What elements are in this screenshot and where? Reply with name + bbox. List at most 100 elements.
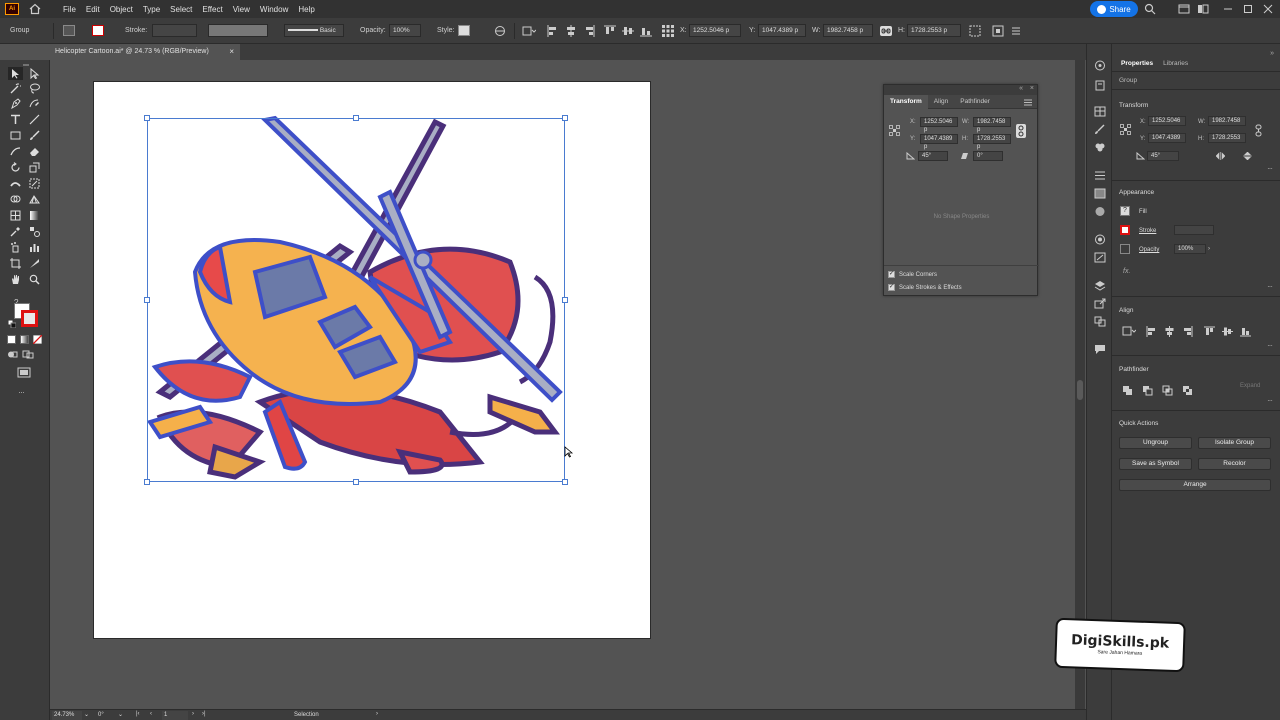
last-artboard-icon[interactable]: ›| xyxy=(202,711,206,717)
zoom-field[interactable]: 24.73% xyxy=(52,711,82,720)
comments-icon[interactable] xyxy=(1094,344,1106,355)
y-field[interactable]: 1047.4389 p xyxy=(920,134,958,150)
more-options-icon[interactable]: ··· xyxy=(1267,164,1273,173)
rectangle-tool-icon[interactable] xyxy=(10,130,21,141)
draw-behind-icon[interactable] xyxy=(22,350,34,359)
selection-bounding-box[interactable] xyxy=(147,118,565,482)
gradient-tool-icon[interactable] xyxy=(29,210,40,221)
libraries-icon[interactable] xyxy=(1094,80,1106,91)
scale-corners-checkbox[interactable]: ✓ xyxy=(888,271,895,278)
rotation-field[interactable]: 0° xyxy=(98,711,114,720)
x-field[interactable]: 1252.5046 xyxy=(1148,116,1186,126)
eraser-tool-icon[interactable] xyxy=(29,146,40,157)
flip-vertical-icon[interactable] xyxy=(1243,152,1252,160)
panel-menu-icon[interactable] xyxy=(1024,99,1032,106)
align-right-icon[interactable] xyxy=(583,25,595,37)
first-artboard-icon[interactable]: |‹ xyxy=(136,711,140,717)
type-tool-icon[interactable] xyxy=(10,114,21,125)
transparency-icon[interactable] xyxy=(1094,206,1106,217)
layers-icon[interactable] xyxy=(1094,280,1106,291)
shape-builder-tool-icon[interactable] xyxy=(10,194,21,205)
shear-field[interactable]: 0° xyxy=(973,151,1003,161)
isolate-group-button[interactable]: Isolate Group xyxy=(1198,437,1271,449)
fill-swatch[interactable] xyxy=(63,25,75,36)
screen-mode-icon[interactable] xyxy=(17,367,31,378)
rotate-tool-icon[interactable] xyxy=(10,162,21,173)
tab-libraries[interactable]: Libraries xyxy=(1158,60,1193,71)
x-field[interactable]: 1252.5046 p xyxy=(689,24,741,37)
fill-swatch[interactable]: ? xyxy=(1120,206,1130,216)
panel-menu-icon[interactable] xyxy=(1010,25,1022,37)
free-transform-tool-icon[interactable] xyxy=(29,178,40,189)
stroke-color-swatch[interactable] xyxy=(21,310,38,327)
slice-tool-icon[interactable] xyxy=(29,258,40,269)
stroke-swatch[interactable] xyxy=(1120,225,1130,235)
resize-handle-bottom-left[interactable] xyxy=(144,479,150,485)
close-window-icon[interactable] xyxy=(1262,3,1274,15)
gradient-panel-icon[interactable] xyxy=(1094,188,1106,199)
panel-header[interactable]: « × xyxy=(884,85,1037,95)
chevron-right-icon[interactable]: › xyxy=(1208,246,1210,252)
align-bottom-icon[interactable] xyxy=(640,25,652,37)
menu-file[interactable]: File xyxy=(63,5,76,14)
swatches-icon[interactable] xyxy=(1094,106,1106,117)
lasso-tool-icon[interactable] xyxy=(29,83,40,94)
vertical-scrollbar[interactable] xyxy=(1075,60,1085,709)
isolate-icon[interactable] xyxy=(992,25,1004,37)
resize-handle-bottom-right[interactable] xyxy=(562,479,568,485)
w-field[interactable]: 1982.7458 p xyxy=(823,24,873,37)
zoom-dropdown-icon[interactable]: ⌄ xyxy=(84,711,89,718)
align-right-icon[interactable] xyxy=(1182,326,1193,337)
align-left-icon[interactable] xyxy=(1146,326,1157,337)
link-proportions-icon[interactable] xyxy=(1016,124,1026,138)
menu-object[interactable]: Object xyxy=(110,5,133,14)
minus-front-icon[interactable] xyxy=(1142,385,1153,396)
color-guide-icon[interactable] xyxy=(1094,60,1106,71)
tab-transform[interactable]: Transform xyxy=(884,94,928,109)
save-as-symbol-button[interactable]: Save as Symbol xyxy=(1119,458,1192,470)
reference-point-icon[interactable] xyxy=(1120,124,1131,135)
resize-handle-top-left[interactable] xyxy=(144,115,150,121)
more-options-icon[interactable]: ··· xyxy=(1267,282,1273,291)
w-field[interactable]: 1982.7458 xyxy=(1208,116,1246,126)
brushes-icon[interactable] xyxy=(1094,124,1106,135)
share-button[interactable]: Share xyxy=(1090,1,1138,17)
perspective-grid-tool-icon[interactable] xyxy=(29,194,40,205)
document-tab[interactable]: Helicopter Cartoon.ai* @ 24.73 % (RGB/Pr… xyxy=(50,44,240,60)
paintbrush-tool-icon[interactable] xyxy=(29,130,40,141)
none-mode-icon[interactable] xyxy=(33,335,42,344)
expand-button[interactable]: Expand xyxy=(1240,383,1260,389)
menu-select[interactable]: Select xyxy=(170,5,192,14)
artboards-icon[interactable] xyxy=(1094,316,1106,327)
align-middle-icon[interactable] xyxy=(1222,326,1233,337)
minimize-icon[interactable] xyxy=(1222,3,1234,15)
menu-type[interactable]: Type xyxy=(143,5,160,14)
artboard-tool-icon[interactable] xyxy=(10,258,21,269)
resize-handle-left[interactable] xyxy=(144,297,150,303)
search-icon[interactable] xyxy=(1144,3,1156,15)
y-field[interactable]: 1047.4389 xyxy=(1148,133,1186,143)
menu-effect[interactable]: Effect xyxy=(202,5,222,14)
maximize-icon[interactable] xyxy=(1242,3,1254,15)
stroke-weight-field[interactable] xyxy=(1174,225,1214,235)
menu-window[interactable]: Window xyxy=(260,5,288,14)
arrange-button[interactable]: Arrange xyxy=(1119,479,1271,491)
align-left-icon[interactable] xyxy=(547,25,559,37)
export-icon[interactable] xyxy=(1094,298,1106,309)
align-top-icon[interactable] xyxy=(604,25,616,37)
transform-options-icon[interactable] xyxy=(969,25,981,37)
y-field[interactable]: 1047.4389 p xyxy=(758,24,806,37)
previous-artboard-icon[interactable]: ‹ xyxy=(150,711,152,717)
collapse-panel-icon[interactable]: » xyxy=(1270,50,1274,57)
menu-help[interactable]: Help xyxy=(298,5,314,14)
h-field[interactable]: 1728.2553 p xyxy=(973,134,1011,150)
stroke-label[interactable]: Stroke xyxy=(1139,228,1156,234)
resize-handle-bottom[interactable] xyxy=(353,479,359,485)
h-field[interactable]: 1728.2553 xyxy=(1208,133,1246,143)
edit-toolbar-icon[interactable]: ··· xyxy=(18,387,25,397)
magic-wand-tool-icon[interactable] xyxy=(10,83,21,94)
blend-tool-icon[interactable] xyxy=(29,226,40,237)
w-field[interactable]: 1982.7458 p xyxy=(973,117,1011,133)
fx-icon[interactable]: fx. xyxy=(1123,268,1130,275)
brush-definition[interactable]: Basic xyxy=(284,24,344,37)
